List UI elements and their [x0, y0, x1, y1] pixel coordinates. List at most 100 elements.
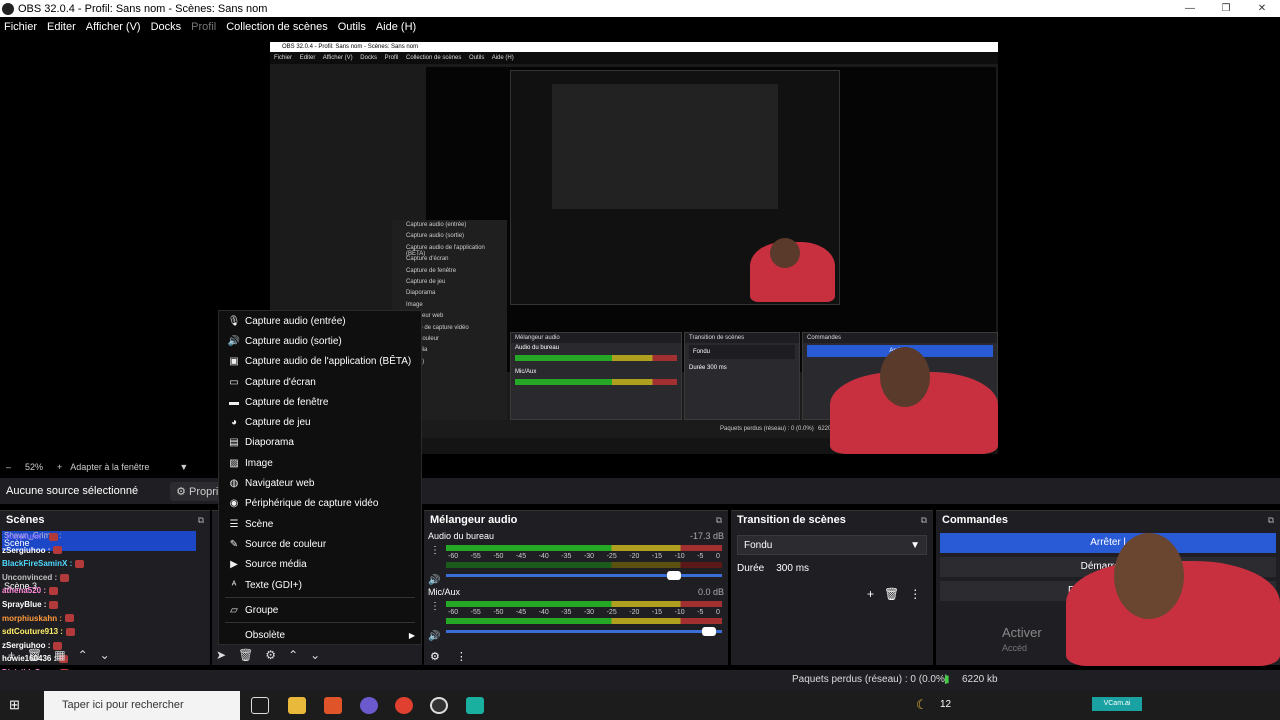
menu-docks[interactable]: Docks [151, 21, 182, 33]
dock-float-icon[interactable]: ⧉ [1268, 515, 1274, 526]
tick-label: -55 [470, 553, 481, 560]
menu-outils[interactable]: Outils [338, 21, 366, 33]
menu-item-label: Texte (GDI+) [245, 579, 302, 591]
move-down-icon[interactable]: ⌄ [100, 648, 110, 662]
close-icon[interactable]: ✕ [1244, 0, 1280, 17]
menu-item-globe[interactable]: ◍ Navigateur web [219, 473, 421, 493]
windows-start-icon[interactable]: ⊞ [9, 697, 20, 713]
audio-mixer-dock: Mélangeur audio ⧉ Audio du bureau -17.3 d… [424, 510, 728, 665]
volume-knob[interactable] [666, 571, 681, 580]
menu-afficher[interactable]: Afficher (V) [86, 21, 141, 33]
emote-icon [60, 573, 70, 582]
menu-fichier[interactable]: Fichier [4, 21, 37, 33]
level-meter [446, 618, 722, 624]
zoom-out-icon[interactable]: – [6, 462, 11, 472]
chat-line: morphiuskahn : [2, 612, 202, 626]
obs-taskbar-icon[interactable] [430, 697, 448, 714]
fit-mode[interactable]: Adapter à la fenêtre [70, 462, 149, 472]
chevron-down-icon[interactable]: ▼ [179, 462, 188, 472]
add-scene-icon[interactable]: + [8, 648, 15, 662]
menu-item-monitor[interactable]: ▭ Capture d'écran [219, 372, 421, 392]
menu-aide[interactable]: Aide (H) [376, 21, 416, 33]
chat-username: athena520 : [2, 586, 47, 596]
menu-profil[interactable]: Profil [191, 21, 216, 33]
transition-select[interactable]: Fondu ▼ [737, 535, 927, 555]
menu-item-label: Navigateur web [245, 478, 315, 490]
speaker-icon[interactable]: 🔊 [428, 575, 440, 586]
menu-item-speaker[interactable]: 🔊 Capture audio (sortie) [219, 331, 421, 351]
trash-icon[interactable]: 🗑 [884, 587, 899, 601]
file-explorer-icon[interactable] [288, 697, 306, 714]
transition-actions: + 🗑 ⋮ [867, 587, 921, 601]
speaker-icon[interactable]: 🔊 [428, 631, 440, 642]
delete-scene-icon[interactable]: 🗑 [27, 648, 42, 662]
menu-item-image[interactable]: ▨ Image [219, 453, 421, 473]
menu-item-label: Capture de jeu [245, 417, 311, 429]
add-icon[interactable]: + [867, 587, 874, 601]
menu-item-play[interactable]: ▶ Source média [219, 555, 421, 575]
dock-float-icon[interactable]: ⧉ [921, 515, 927, 526]
chrome-icon[interactable] [395, 697, 413, 714]
menu-item-none[interactable]: Obsolète ▶ [219, 625, 421, 645]
nested-ctx-item: Capture audio (entrée) [406, 222, 467, 228]
source-settings-icon[interactable]: ⚙ [265, 648, 276, 662]
dock-float-icon[interactable]: ⧉ [198, 515, 204, 526]
source-up-icon[interactable]: ⌃ [288, 648, 298, 662]
nested-preview-3 [552, 84, 778, 209]
task-view-icon[interactable] [251, 697, 269, 714]
volume-slider[interactable] [446, 627, 722, 636]
vcam-badge: VCam.ai [1092, 697, 1142, 711]
discord-icon[interactable] [360, 697, 378, 714]
window-titlebar: OBS 32.0.4 - Profil: Sans nom - Scènes: … [0, 0, 1280, 17]
tick-label: -25 [606, 609, 617, 616]
kebab-icon[interactable]: ⋮ [909, 587, 921, 601]
channel-db: 0.0 dB [697, 587, 724, 597]
menu-item-gamepad[interactable]: ◕ Capture de jeu [219, 412, 421, 432]
nested-ctx-item: Capture d'écran [406, 256, 449, 263]
menu-item-slideshow[interactable]: ▤ Diaporama [219, 433, 421, 453]
signal-icon: ▮ [944, 674, 950, 685]
tick-label: 0 [715, 553, 720, 560]
mixer-settings-icon[interactable]: ⚙ [430, 650, 440, 663]
nested-menu-item: Fichier [274, 55, 293, 61]
kebab-icon[interactable]: ⋮ [456, 650, 467, 663]
menu-item-window[interactable]: ▬ Capture de fenêtre [219, 392, 421, 412]
menu-item-label: Scène [245, 518, 274, 530]
tick-label: -50 [493, 553, 504, 560]
filter-icon[interactable]: ▦ [54, 648, 65, 662]
volume-knob[interactable] [702, 627, 717, 636]
delete-source-icon[interactable]: 🗑 [238, 648, 253, 662]
nested-menu: Fichier Editer Afficher (V) Docks Profil… [270, 52, 998, 64]
zoom-in-icon[interactable]: + [57, 462, 62, 472]
menu-item-folder[interactable]: ▱ Groupe [219, 600, 421, 620]
nested-fondu: Fondu [689, 345, 795, 359]
menu-item-mic[interactable]: 🎙 Capture audio (entrée) [219, 311, 421, 331]
emote-icon [65, 628, 75, 637]
maximize-icon[interactable]: ❐ [1208, 0, 1244, 17]
menu-collection[interactable]: Collection de scènes [226, 21, 328, 33]
tick-label: -60 [448, 553, 459, 560]
tick-label: -30 [583, 609, 595, 616]
menu-item-brush[interactable]: ✎ Source de couleur [219, 534, 421, 554]
source-down-icon[interactable]: ⌄ [310, 648, 320, 662]
volume-slider[interactable] [446, 571, 722, 580]
menu-item-list[interactable]: ☰ Scène [219, 514, 421, 534]
dock-float-icon[interactable]: ⧉ [716, 515, 722, 526]
kebab-icon[interactable]: ⋮ [430, 601, 440, 612]
tick-label: -45 [515, 553, 527, 560]
duration-input[interactable]: 300 ms [776, 563, 809, 574]
menu-item-app-audio[interactable]: ▣ Capture audio de l'application (BÊTA) [219, 352, 421, 372]
speaker-icon: 🔊 [227, 335, 241, 347]
menu-editer[interactable]: Editer [47, 21, 76, 33]
menu-item-camera[interactable]: ◉ Périphérique de capture vidéo [219, 494, 421, 514]
app-icon[interactable] [466, 697, 484, 714]
move-up-icon[interactable]: ⌃ [78, 648, 88, 662]
taskbar-search[interactable]: Taper ici pour rechercher [44, 691, 240, 720]
menu-item-text[interactable]: ᴬ Texte (GDI+) [219, 575, 421, 595]
stop-stream-button[interactable]: Arrêter l [940, 533, 1276, 553]
brave-icon[interactable] [324, 697, 342, 714]
nested-micaux: Mic/Aux [515, 369, 537, 375]
minimize-icon[interactable]: — [1172, 0, 1208, 17]
kebab-icon[interactable]: ⋮ [430, 545, 440, 556]
status-bar: Paquets perdus (réseau) : 0 (0.0%) ▮ 622… [0, 670, 1280, 690]
